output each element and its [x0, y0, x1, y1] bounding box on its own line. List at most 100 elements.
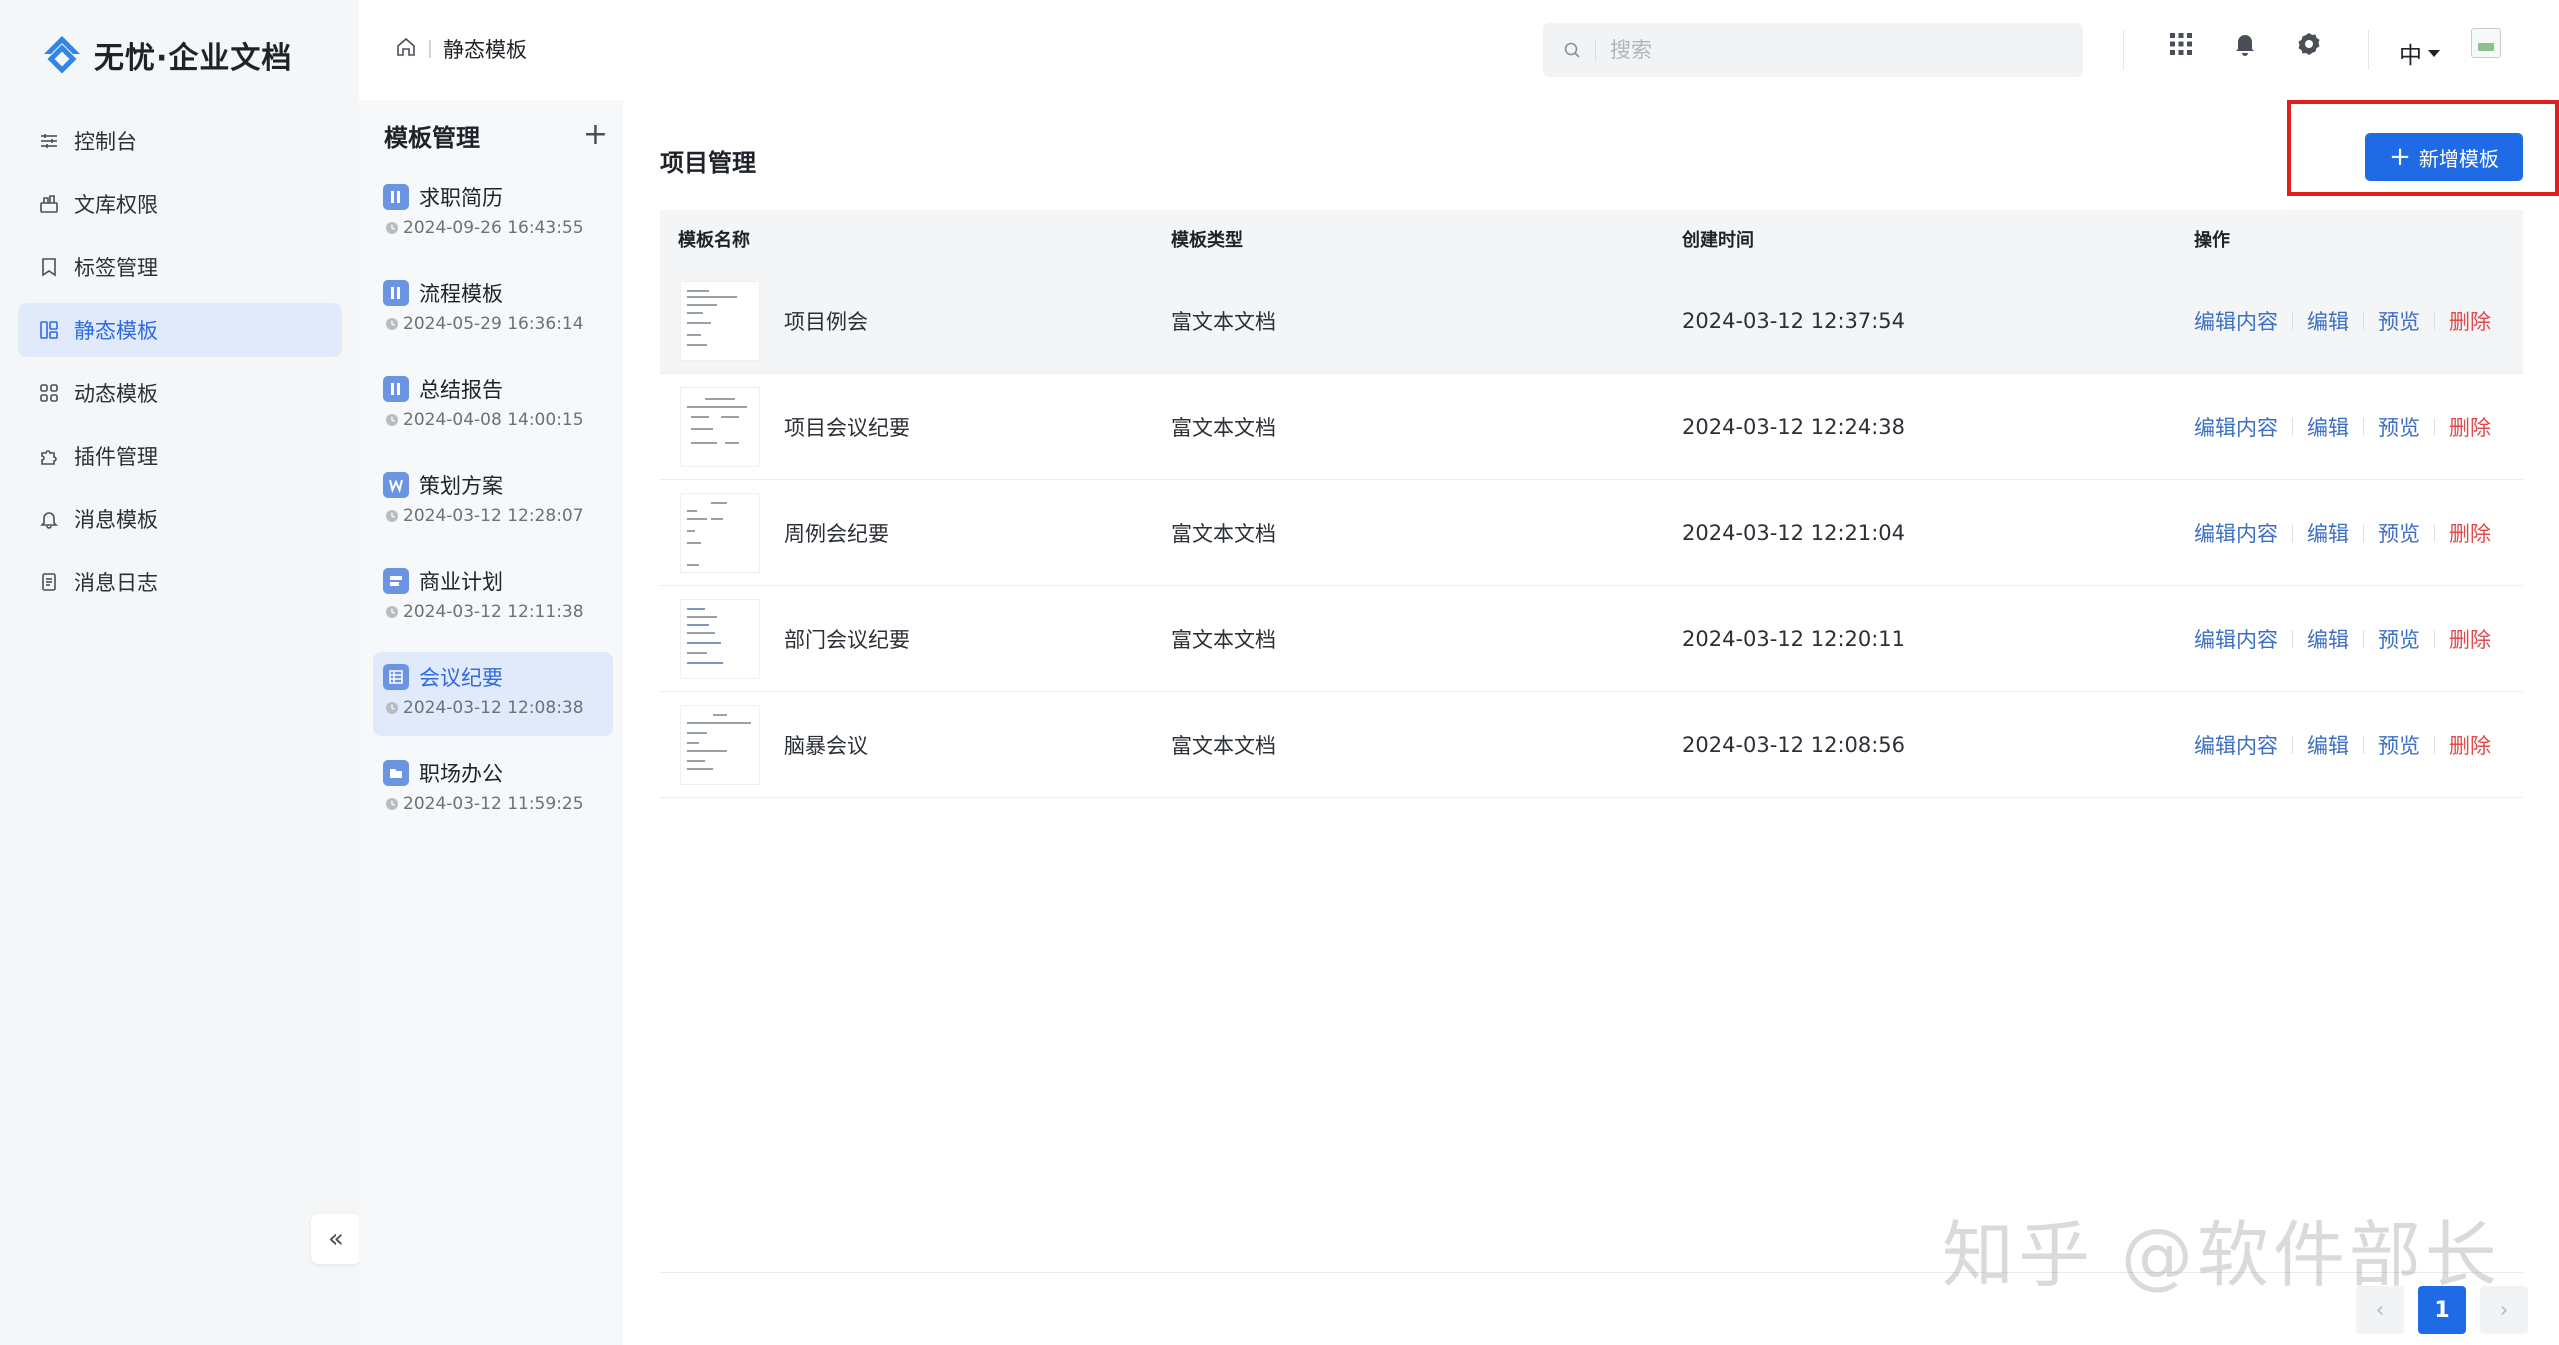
document-thumbnail[interactable] [680, 386, 760, 467]
sidebar-item-tags[interactable]: 标签管理 [18, 240, 342, 294]
template-category-name: 总结报告 [419, 378, 503, 402]
document-thumbnail[interactable] [680, 598, 760, 679]
columns-icon [383, 184, 409, 210]
topbar-divider [2123, 30, 2124, 70]
table-row[interactable]: 项目例会 富文本文档 2024-03-12 12:37:54 编辑内容 编辑 预… [660, 268, 2523, 374]
document-thumbnail[interactable] [680, 280, 760, 361]
template-category-time: 2024-03-12 12:28:07 [403, 506, 584, 526]
template-table: 模板名称 模板类型 创建时间 操作 项目例会 富文本文档 2024-03-12 … [660, 210, 2523, 798]
table-icon [383, 664, 409, 690]
template-category-time: 2024-09-26 16:43:55 [403, 218, 584, 238]
avatar[interactable] [2471, 28, 2501, 58]
sidebar-item-label: 插件管理 [74, 445, 158, 469]
edit-content-link[interactable]: 编辑内容 [2194, 412, 2278, 442]
breadcrumb-separator [429, 40, 431, 58]
preview-link[interactable]: 预览 [2378, 624, 2420, 654]
template-category-time: 2024-03-12 12:08:38 [403, 698, 584, 718]
template-type: 富文本文档 [1171, 627, 1276, 652]
template-category-item[interactable]: 策划方案 2024-03-12 12:28:07 [373, 460, 613, 544]
template-category-item[interactable]: 商业计划 2024-03-12 12:11:38 [373, 556, 613, 640]
search-box[interactable] [1543, 23, 2083, 77]
template-category-name: 流程模板 [419, 282, 503, 306]
language-switcher[interactable]: 中 [2399, 36, 2440, 70]
template-category-name: 求职简历 [419, 186, 503, 210]
app-root: 无忧·企业文档 控制台 文库权限 标签管理 静态模板 动态模板 插件管理 消息模… [0, 0, 2559, 1345]
sidebar-item-console[interactable]: 控制台 [18, 114, 342, 168]
clock-icon [386, 702, 398, 714]
search-icon [1564, 42, 1580, 58]
search-input[interactable] [1610, 38, 2050, 62]
clock-icon [386, 414, 398, 426]
table-row[interactable]: 周例会纪要 富文本文档 2024-03-12 12:21:04 编辑内容 编辑 … [660, 480, 2523, 586]
breadcrumb: 静态模板 [395, 34, 527, 64]
edit-content-link[interactable]: 编辑内容 [2194, 306, 2278, 336]
notification-bell-icon[interactable] [2231, 30, 2259, 58]
action-separator [2363, 311, 2364, 330]
breadcrumb-current: 静态模板 [443, 38, 527, 62]
row-actions: 编辑内容 编辑 预览 删除 [2194, 518, 2523, 548]
delete-link[interactable]: 删除 [2449, 412, 2491, 442]
sidebar-item-static-templates[interactable]: 静态模板 [18, 303, 342, 357]
sidebar-item-dynamic-templates[interactable]: 动态模板 [18, 366, 342, 420]
sidebar-item-plugins[interactable]: 插件管理 [18, 429, 342, 483]
table-row[interactable]: 脑暴会议 富文本文档 2024-03-12 12:08:56 编辑内容 编辑 预… [660, 692, 2523, 798]
add-template-button[interactable]: + 新增模板 [2365, 133, 2523, 181]
sidebar-item-message-log[interactable]: 消息日志 [18, 555, 342, 609]
library-icon [38, 193, 60, 215]
template-category-item[interactable]: 流程模板 2024-05-29 16:36:14 [373, 268, 613, 352]
delete-link[interactable]: 删除 [2449, 730, 2491, 760]
document-thumbnail[interactable] [680, 704, 760, 785]
table-row[interactable]: 部门会议纪要 富文本文档 2024-03-12 12:20:11 编辑内容 编辑… [660, 586, 2523, 692]
template-category-name: 商业计划 [419, 570, 503, 594]
edit-link[interactable]: 编辑 [2307, 624, 2349, 654]
sidebar-item-label: 文库权限 [74, 193, 158, 217]
edit-content-link[interactable]: 编辑内容 [2194, 730, 2278, 760]
template-category-time: 2024-03-12 11:59:25 [403, 794, 584, 814]
delete-link[interactable]: 删除 [2449, 306, 2491, 336]
preview-link[interactable]: 预览 [2378, 306, 2420, 336]
template-created: 2024-03-12 12:08:56 [1682, 732, 1906, 757]
logo-icon [44, 36, 80, 74]
edit-link[interactable]: 编辑 [2307, 412, 2349, 442]
signpost-icon [383, 568, 409, 594]
delete-link[interactable]: 删除 [2449, 518, 2491, 548]
template-category-item[interactable]: 职场办公 2024-03-12 11:59:25 [373, 748, 613, 832]
settings-gear-icon[interactable] [2295, 30, 2323, 58]
edit-content-link[interactable]: 编辑内容 [2194, 624, 2278, 654]
template-panel-title: 模板管理 [384, 123, 480, 152]
table-header: 模板名称 模板类型 创建时间 操作 [660, 210, 2523, 268]
edit-content-link[interactable]: 编辑内容 [2194, 518, 2278, 548]
column-header-created: 创建时间 [1682, 230, 1754, 251]
sidebar-item-label: 静态模板 [74, 319, 158, 343]
preview-link[interactable]: 预览 [2378, 730, 2420, 760]
table-row[interactable]: 项目会议纪要 富文本文档 2024-03-12 12:24:38 编辑内容 编辑… [660, 374, 2523, 480]
edit-link[interactable]: 编辑 [2307, 306, 2349, 336]
sidebar-item-label: 消息模板 [74, 508, 158, 532]
delete-link[interactable]: 删除 [2449, 624, 2491, 654]
sidebar-nav: 控制台 文库权限 标签管理 静态模板 动态模板 插件管理 消息模板 消息日志 [18, 114, 342, 618]
preview-link[interactable]: 预览 [2378, 518, 2420, 548]
apps-grid-icon[interactable] [2167, 30, 2195, 58]
action-separator [2434, 735, 2435, 754]
edit-link[interactable]: 编辑 [2307, 518, 2349, 548]
action-separator [2363, 735, 2364, 754]
sidebar-collapse-button[interactable]: « [311, 1214, 361, 1264]
row-actions: 编辑内容 编辑 预览 删除 [2194, 412, 2523, 442]
template-category-item[interactable]: 求职简历 2024-09-26 16:43:55 [373, 172, 613, 256]
template-created: 2024-03-12 12:21:04 [1682, 520, 1906, 545]
add-category-button[interactable]: + [583, 120, 608, 150]
clock-icon [386, 606, 398, 618]
edit-link[interactable]: 编辑 [2307, 730, 2349, 760]
action-separator [2292, 311, 2293, 330]
template-category-item[interactable]: 总结报告 2024-04-08 14:00:15 [373, 364, 613, 448]
home-icon[interactable] [395, 36, 417, 63]
page-title: 项目管理 [660, 149, 756, 177]
sidebar-item-message-templates[interactable]: 消息模板 [18, 492, 342, 546]
sidebar-item-library-permission[interactable]: 文库权限 [18, 177, 342, 231]
sidebar: 无忧·企业文档 控制台 文库权限 标签管理 静态模板 动态模板 插件管理 消息模… [0, 0, 361, 1345]
template-category-item[interactable]: 会议纪要 2024-03-12 12:08:38 [373, 652, 613, 736]
brand-logo[interactable]: 无忧·企业文档 [40, 30, 292, 80]
document-thumbnail[interactable] [680, 492, 760, 573]
bookmark-icon [38, 256, 60, 278]
preview-link[interactable]: 预览 [2378, 412, 2420, 442]
